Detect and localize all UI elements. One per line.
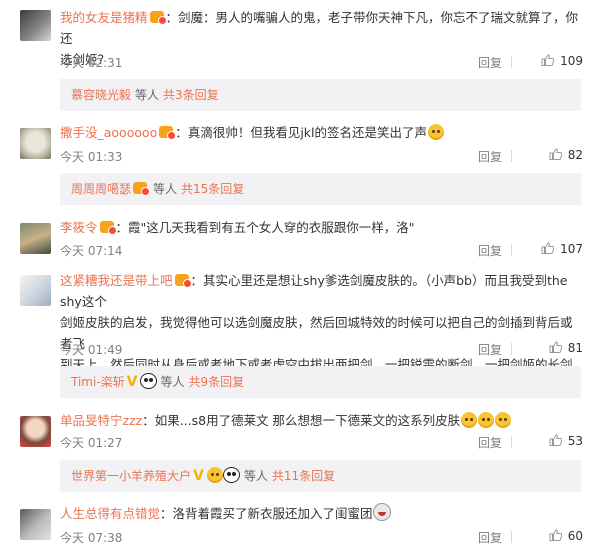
like-button[interactable]: 109 <box>528 54 583 68</box>
like-count: 60 <box>567 529 583 543</box>
vip-badge-icon <box>159 126 177 140</box>
divider <box>511 436 512 448</box>
sub-replies-box[interactable]: 周周周噶瑟 等人 共15条回复 <box>60 173 581 205</box>
thumbs-up-icon <box>541 242 555 254</box>
thumbs-up-icon <box>541 54 555 66</box>
comment-text: 洛背着霞买了新衣服还加入了闺蜜团 <box>172 506 373 521</box>
avatar[interactable] <box>20 223 51 254</box>
vip-badge-icon <box>133 182 151 196</box>
sub-replies-box[interactable]: 世界第一小羊养殖大户 V 等人 共11条回复 <box>60 460 581 492</box>
divider <box>511 531 512 543</box>
doge-emoji-icon <box>428 124 444 140</box>
doge-emoji-icon <box>461 412 478 428</box>
comment-time: 今天 01:33 <box>60 150 123 164</box>
divider <box>511 343 512 355</box>
reply-button[interactable]: 回复 <box>478 529 502 546</box>
panda-emoji-icon <box>222 467 240 483</box>
vip-badge-icon <box>149 11 167 25</box>
thumbs-up-icon <box>549 341 562 353</box>
avatar[interactable] <box>20 10 51 41</box>
divider <box>511 56 512 68</box>
like-button[interactable]: 81 <box>528 341 583 355</box>
doge-emoji-icon <box>478 412 495 428</box>
sub-reply-count[interactable]: 共11条回复 <box>272 469 335 483</box>
sub-reply-count[interactable]: 共9条回复 <box>189 375 245 389</box>
like-count: 109 <box>560 54 583 68</box>
sub-reply-etc: 等人 <box>160 375 185 389</box>
comment-text: 真滴很帅！但我看见jkl的签名还是笑出了声 <box>187 125 427 140</box>
sub-reply-etc: 等人 <box>243 469 268 483</box>
like-button[interactable]: 107 <box>528 242 583 256</box>
vip-badge-icon <box>174 274 192 288</box>
like-count: 82 <box>567 148 583 162</box>
like-button[interactable]: 60 <box>528 529 583 543</box>
sub-reply-etc: 等人 <box>135 88 160 102</box>
sub-reply-names[interactable]: Timi-栥斩 <box>71 375 125 389</box>
comment-time: 今天 01:49 <box>60 343 123 357</box>
doge-emoji-icon <box>206 467 223 483</box>
sub-reply-count[interactable]: 共15条回复 <box>181 182 244 196</box>
reply-button[interactable]: 回复 <box>478 341 502 358</box>
comment-username[interactable]: 我的女友是猪精 <box>60 10 148 25</box>
comment-username[interactable]: 这紧糟我还是带上吧 <box>60 273 173 288</box>
reply-button[interactable]: 回复 <box>478 54 502 71</box>
avatar[interactable] <box>20 275 51 306</box>
sub-reply-names[interactable]: 世界第一小羊养殖大户 <box>71 469 191 483</box>
divider <box>511 150 512 162</box>
like-count: 81 <box>567 341 583 355</box>
reply-button[interactable]: 回复 <box>478 148 502 165</box>
sub-reply-etc: 等人 <box>153 182 178 196</box>
sub-replies-box[interactable]: 慕容晓光毅 等人 共3条回复 <box>60 79 581 111</box>
like-count: 53 <box>567 434 583 448</box>
comment-username[interactable]: 李筱令 <box>60 220 98 235</box>
sub-reply-names[interactable]: 周周周噶瑟 <box>71 182 131 196</box>
avatar[interactable] <box>20 416 51 447</box>
sub-reply-count[interactable]: 共3条回复 <box>163 88 219 102</box>
sub-reply-names[interactable]: 慕容晓光毅 <box>71 88 131 102</box>
v-badge-icon: V <box>126 374 138 390</box>
comment-time: 今天 02:31 <box>60 56 123 70</box>
avatar[interactable] <box>20 128 51 159</box>
comment-time: 今天 07:14 <box>60 244 123 258</box>
reply-button[interactable]: 回复 <box>478 242 502 259</box>
thumbs-up-icon <box>549 434 562 446</box>
comment-time: 今天 07:38 <box>60 531 123 545</box>
comment-text: 如果...s8用了德莱文 那么想想一下德莱文的这系列皮肤 <box>154 413 461 428</box>
thumbs-up-icon <box>549 148 562 160</box>
comment-time: 今天 01:27 <box>60 436 123 450</box>
comment-username[interactable]: 单品旻特宁zzz <box>60 413 142 428</box>
doge-emoji-icon <box>495 412 512 428</box>
vip-badge-icon <box>99 221 117 235</box>
reply-button[interactable]: 回复 <box>478 434 502 451</box>
crying-emoji-icon <box>372 503 391 521</box>
divider <box>511 244 512 256</box>
avatar[interactable] <box>20 509 51 540</box>
panda-emoji-icon <box>139 373 157 389</box>
like-button[interactable]: 53 <box>528 434 583 448</box>
sub-replies-box[interactable]: Timi-栥斩 V 等人 共9条回复 <box>60 366 581 398</box>
thumbs-up-icon <box>549 529 562 541</box>
comment-username[interactable]: 撒手没_aoooooo <box>60 125 157 140</box>
comment-username[interactable]: 人生总得有点错觉 <box>60 506 160 521</box>
v-badge-icon: V <box>193 468 204 484</box>
comment-text: 霞"这几天我看到有五个女人穿的衣服跟你一样，洛" <box>128 220 415 235</box>
like-count: 107 <box>560 242 583 256</box>
like-button[interactable]: 82 <box>528 148 583 162</box>
